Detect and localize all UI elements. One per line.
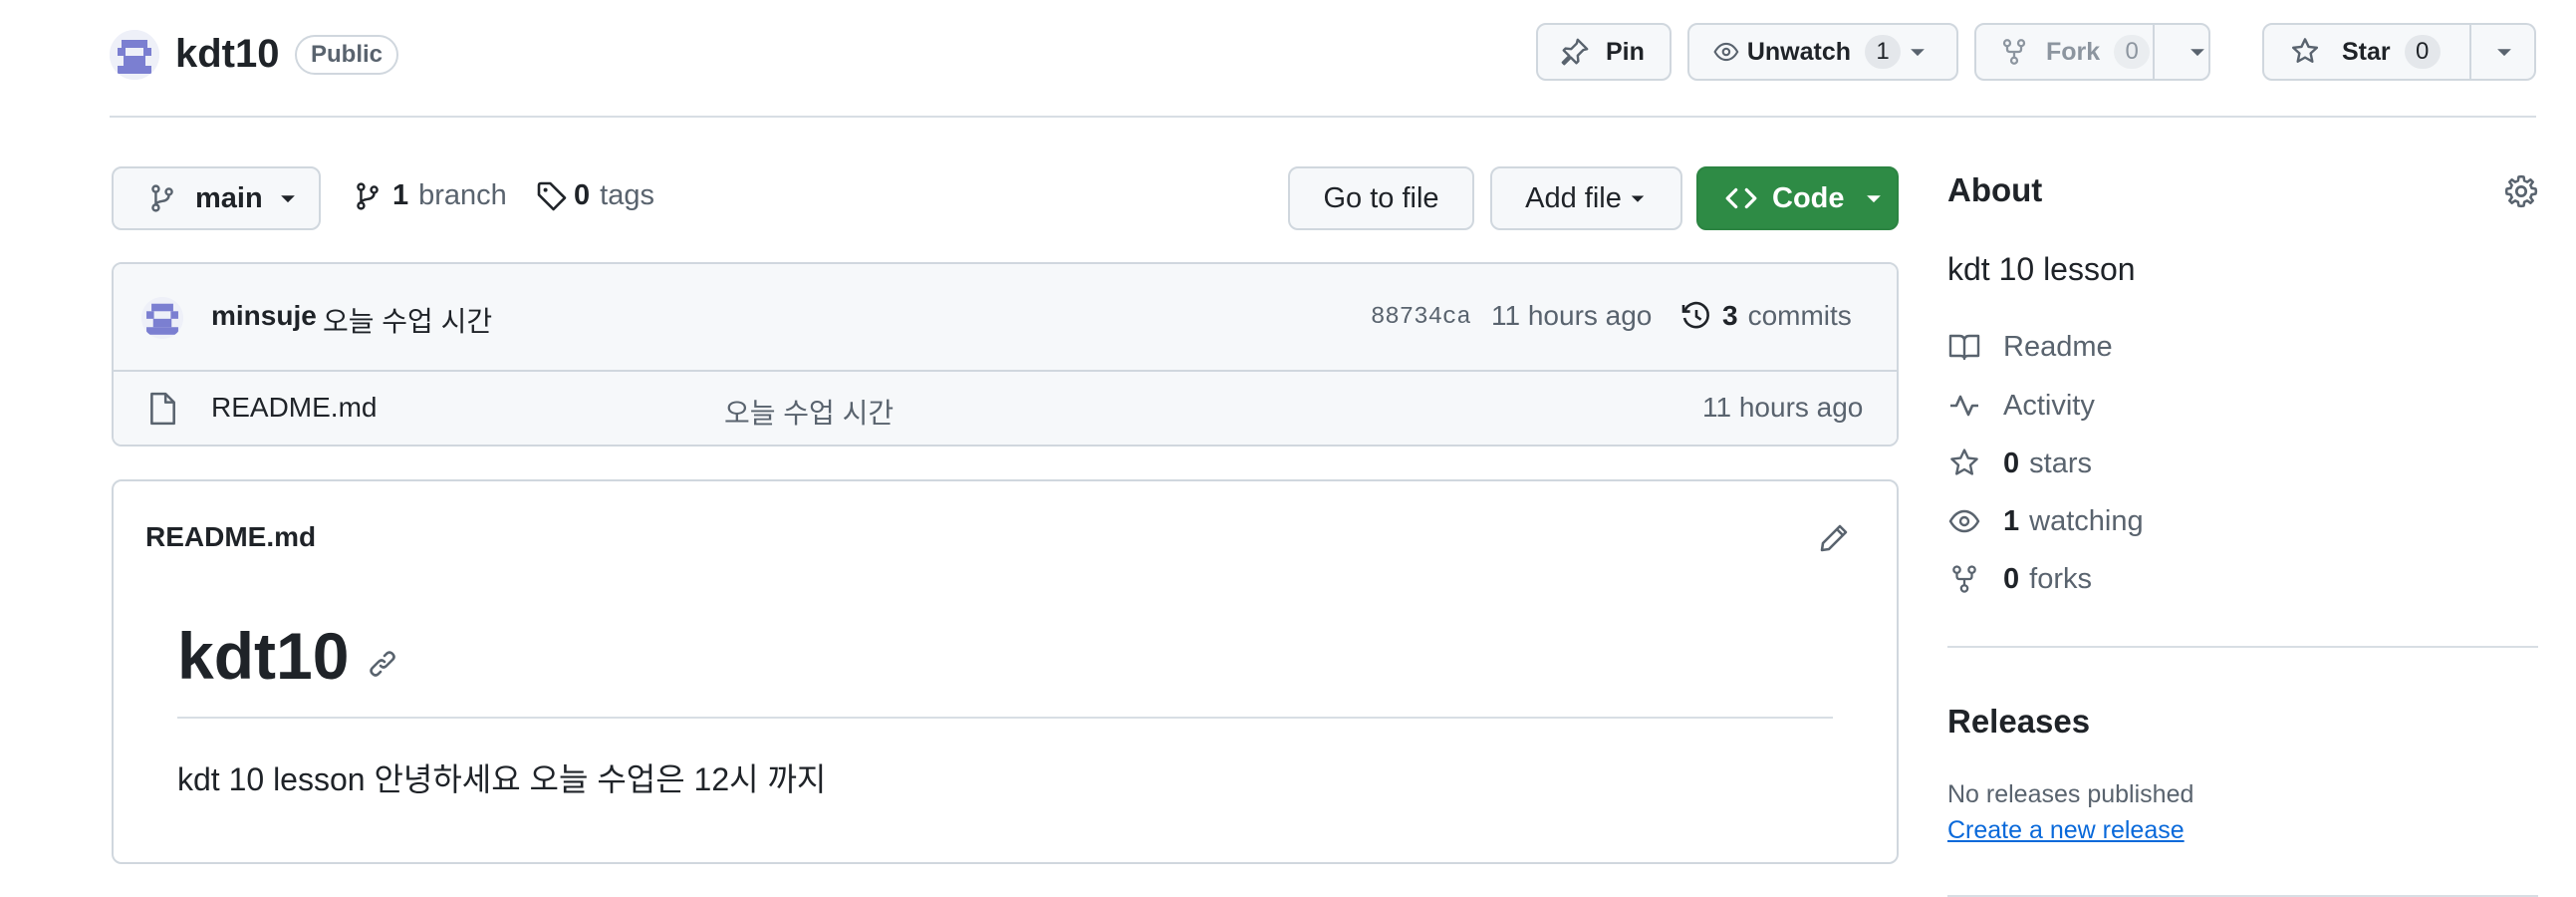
add-file-button[interactable]: Add file xyxy=(1490,166,1682,230)
readme-filename[interactable]: README.md xyxy=(145,521,316,553)
file-icon xyxy=(150,392,175,426)
commit-time: 11 hours ago xyxy=(1491,300,1653,331)
star-label: Star xyxy=(2342,37,2391,66)
star-icon xyxy=(1950,448,1978,475)
fork-label: Fork xyxy=(2046,37,2101,66)
branch-count: 1 xyxy=(392,179,409,211)
file-browser: minsuje 오늘 수업 시간 88734ca 11 hours ago 3 … xyxy=(112,262,1899,447)
readme-panel: README.md kdt10 kdt 10 lesson 안녕하세요 오늘 수… xyxy=(112,479,1899,864)
stars-label: stars xyxy=(2029,447,2092,479)
releases-title[interactable]: Releases xyxy=(1947,703,2090,741)
about-divider xyxy=(1947,646,2538,648)
star-icon xyxy=(2291,38,2319,63)
stars-link[interactable]: 0 stars xyxy=(1947,444,2092,483)
watching-count: 1 xyxy=(2003,504,2020,537)
file-name[interactable]: README.md xyxy=(211,392,377,424)
fork-button-group: Fork 0 xyxy=(1974,23,2210,81)
pin-icon xyxy=(1561,38,1589,66)
create-release-link[interactable]: Create a new release xyxy=(1947,816,2185,845)
unwatch-button[interactable]: Unwatch 1 xyxy=(1687,23,1958,81)
pin-label: Pin xyxy=(1606,37,1645,66)
caret-down-icon xyxy=(280,195,295,203)
pencil-icon[interactable] xyxy=(1818,522,1850,554)
repo-name[interactable]: kdt10 xyxy=(175,26,280,82)
watch-dropdown[interactable] xyxy=(1901,25,1929,79)
commit-count: 3 xyxy=(1722,300,1738,331)
go-to-file-button[interactable]: Go to file xyxy=(1288,166,1474,230)
fork-icon xyxy=(2002,39,2026,65)
heading-rule xyxy=(177,717,1833,719)
about-description: kdt 10 lesson xyxy=(1947,251,2136,287)
code-label: Code xyxy=(1772,181,1845,214)
stars-count: 0 xyxy=(2003,447,2020,479)
commit-message[interactable]: 오늘 수업 시간 xyxy=(323,300,492,340)
star-button[interactable]: Star 0 xyxy=(2264,25,2469,79)
watching-label: watching xyxy=(2029,504,2144,537)
tag-icon xyxy=(537,181,567,210)
forks-label: forks xyxy=(2029,562,2092,595)
tags-link[interactable]: 0 tags xyxy=(536,179,654,212)
readme-link[interactable]: Readme xyxy=(1947,327,2113,367)
repo-owner-avatar[interactable] xyxy=(110,30,159,80)
tag-label: tags xyxy=(600,179,654,211)
add-file-label: Add file xyxy=(1525,181,1622,214)
readme-body: kdt 10 lesson 안녕하세요 오늘 수업은 12시 까지 xyxy=(177,761,827,797)
commit-author[interactable]: minsuje xyxy=(211,300,317,332)
no-releases-text: No releases published xyxy=(1947,780,2194,808)
commit-author-avatar[interactable] xyxy=(141,297,183,339)
watch-counter: 1 xyxy=(1865,35,1901,69)
branch-selector[interactable]: main xyxy=(112,166,321,230)
unwatch-label: Unwatch xyxy=(1746,37,1851,66)
eye-icon xyxy=(1948,509,1980,533)
commits-link[interactable]: 3 commits xyxy=(1680,300,1852,332)
commit-sha[interactable]: 88734ca xyxy=(1371,304,1471,331)
identicon-icon xyxy=(141,297,183,339)
tag-count: 0 xyxy=(574,179,591,211)
go-to-file-label: Go to file xyxy=(1323,181,1439,214)
forks-link[interactable]: 0 forks xyxy=(1947,559,2092,599)
header-divider xyxy=(110,116,2536,118)
readme-link-label: Readme xyxy=(2003,330,2113,363)
file-commit-message[interactable]: 오늘 수업 시간 xyxy=(724,392,894,432)
code-button[interactable]: Code xyxy=(1696,166,1899,230)
fork-counter: 0 xyxy=(2114,35,2151,69)
visibility-badge: Public xyxy=(295,35,399,75)
identicon-icon xyxy=(110,30,159,80)
star-button-group: Star 0 xyxy=(2262,23,2536,81)
pin-button[interactable]: Pin xyxy=(1536,23,1672,81)
book-icon xyxy=(1948,334,1980,361)
file-time: 11 hours ago xyxy=(1702,392,1864,423)
forks-count: 0 xyxy=(2003,562,2020,595)
star-counter: 0 xyxy=(2404,35,2441,69)
activity-link[interactable]: Activity xyxy=(1947,386,2095,426)
star-dropdown[interactable] xyxy=(2471,25,2515,79)
activity-link-label: Activity xyxy=(2003,389,2095,422)
caret-down-icon xyxy=(1866,195,1881,203)
branch-icon xyxy=(357,181,379,210)
file-row[interactable]: README.md 오늘 수업 시간 11 hours ago xyxy=(114,372,1897,445)
caret-down-icon xyxy=(2190,49,2204,57)
about-title: About xyxy=(1947,171,2043,208)
branch-icon xyxy=(151,184,173,212)
readme-heading-wrap: kdt10 xyxy=(177,616,398,696)
fork-button[interactable]: Fork 0 xyxy=(1976,25,2153,79)
branches-link[interactable]: 1 branch xyxy=(353,179,507,212)
watching-link[interactable]: 1 watching xyxy=(1947,501,2144,541)
gear-icon[interactable] xyxy=(2504,174,2538,208)
fork-icon xyxy=(1952,565,1976,593)
latest-commit-row: minsuje 오늘 수업 시간 88734ca 11 hours ago 3 … xyxy=(114,264,1897,372)
caret-down-icon xyxy=(2497,49,2511,57)
caret-down-icon xyxy=(1911,49,1925,57)
pulse-icon xyxy=(1950,395,1978,417)
readme-heading: kdt10 xyxy=(177,619,350,693)
history-icon xyxy=(1681,301,1709,329)
fork-dropdown[interactable] xyxy=(2155,25,2208,79)
caret-down-icon xyxy=(1631,195,1645,202)
link-icon[interactable] xyxy=(367,648,398,680)
branch-name: main xyxy=(195,181,263,214)
commit-label: commits xyxy=(1747,300,1852,331)
branch-label: branch xyxy=(418,179,507,211)
eye-icon xyxy=(1713,42,1739,62)
code-icon xyxy=(1725,187,1757,209)
